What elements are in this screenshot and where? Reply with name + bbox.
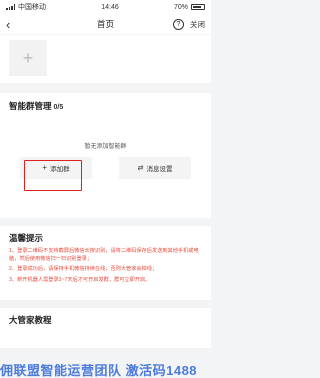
tips-title: 温馨提示 <box>9 233 44 243</box>
carrier-label: 中国移动 <box>18 4 46 11</box>
message-settings-label: 消息设置 <box>146 166 173 173</box>
signal-icon <box>6 4 15 10</box>
tip-item: 2、登录成功后，请保持手机微信持续在线，否则大管家会掉线； <box>9 266 158 272</box>
add-group-button[interactable]: + 添加群 <box>20 157 92 179</box>
add-tile-button[interactable]: + <box>9 40 47 76</box>
watermark-text: 佣联盟智能运营团队 激活码1488 <box>0 364 198 378</box>
nav-bar: ‹ 首页 ? 关闭 <box>0 14 211 34</box>
status-time: 14:46 <box>101 3 119 11</box>
status-bar: 中国移动 14:46 70% <box>0 0 211 14</box>
empty-state-text: 暂无添加智能群 <box>84 144 127 150</box>
battery-percent: 70% <box>173 3 188 11</box>
close-button[interactable]: 关闭 <box>190 19 205 30</box>
swap-arrows-icon: ⇄ <box>137 164 144 172</box>
smart-group-title: 智能群管理 <box>9 101 52 111</box>
tips-card: 温馨提示 1、登录二维码不支持截屏后微信长按识别，请将二维码保存后发送到其他手机… <box>0 226 211 300</box>
plus-icon: + <box>42 163 48 172</box>
tutorial-title: 大管家教程 <box>9 315 52 325</box>
plus-icon: + <box>22 48 34 68</box>
add-group-label: 添加群 <box>50 166 70 173</box>
message-settings-button[interactable]: ⇄ 消息设置 <box>119 157 191 179</box>
add-tile-section: + <box>0 35 211 83</box>
smart-group-card: 智能群管理 0/5 暂无添加智能群 + 添加群 ⇄ 消息设置 <box>0 93 211 218</box>
tutorial-card[interactable]: 大管家教程 <box>0 308 211 348</box>
group-actions: + 添加群 ⇄ 消息设置 <box>20 157 191 179</box>
help-icon[interactable]: ? <box>173 18 184 30</box>
tip-item: 3、新开机器人需登录3~7天后才可开启发群，群可立即开启。 <box>9 276 151 283</box>
smart-group-header: 智能群管理 0/5 <box>9 100 202 112</box>
smart-group-count: 0/5 <box>53 104 64 111</box>
battery-icon <box>190 4 205 10</box>
tip-item: 1、登录二维码不支持截屏后微信长按识别，请将二维码保存后发送到其他手机或电脑，然… <box>9 248 199 262</box>
back-icon[interactable]: ‹ <box>6 18 22 31</box>
